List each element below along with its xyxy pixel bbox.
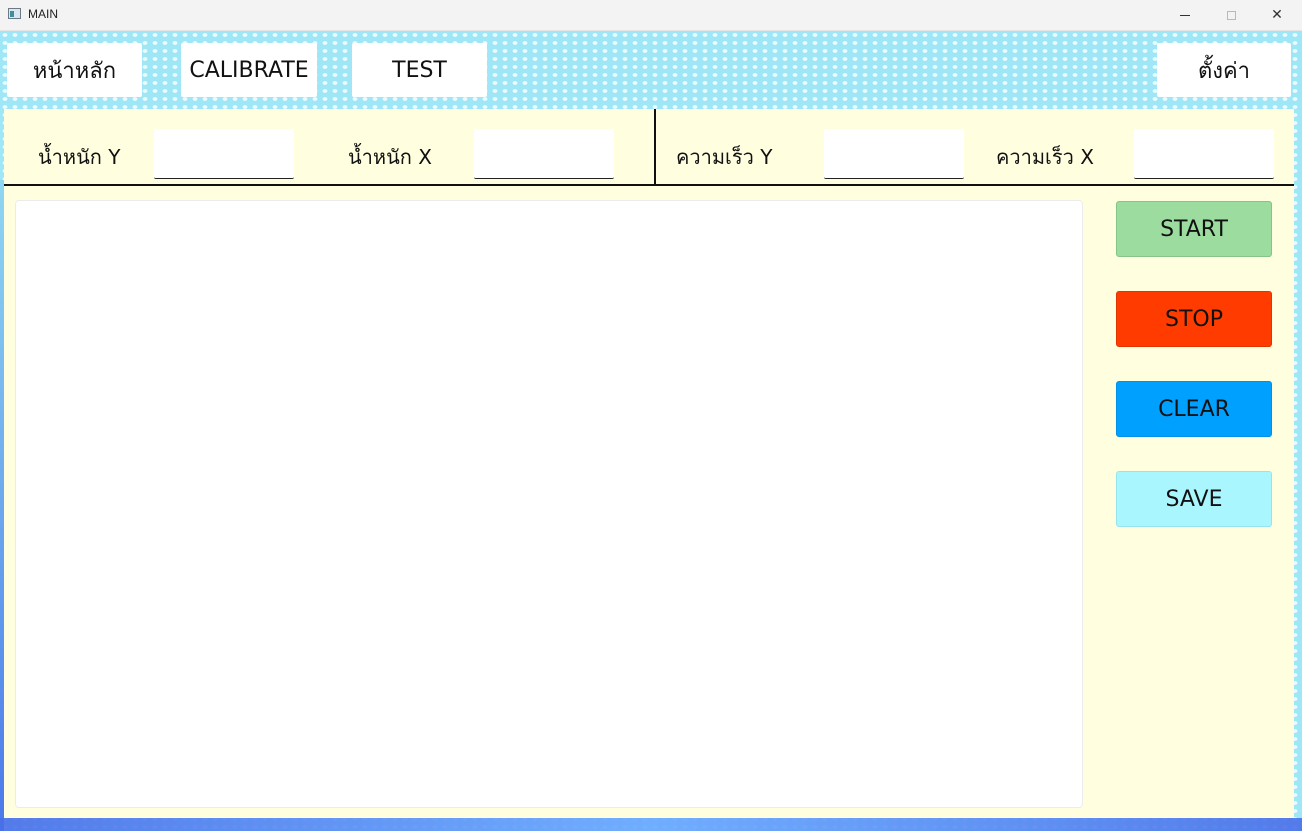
title-bar: MAIN ✕: [0, 0, 1302, 31]
speed-x-label: ความเร็ว X: [996, 145, 1094, 169]
params-separator: [654, 109, 656, 184]
save-button[interactable]: SAVE: [1116, 471, 1272, 527]
home-button[interactable]: หน้าหลัก: [7, 43, 142, 97]
minimize-icon[interactable]: [1162, 0, 1208, 30]
app-icon: [8, 8, 21, 19]
stop-button[interactable]: STOP: [1116, 291, 1272, 347]
weight-y-label: น้ำหนัก Y: [38, 145, 121, 169]
clear-button[interactable]: CLEAR: [1116, 381, 1272, 437]
weight-x-input[interactable]: [474, 129, 614, 179]
start-button[interactable]: START: [1116, 201, 1272, 257]
calibrate-button[interactable]: CALIBRATE: [181, 43, 317, 97]
window-title: MAIN: [28, 7, 58, 21]
maximize-icon[interactable]: [1208, 0, 1254, 30]
log-output[interactable]: [15, 200, 1083, 808]
background-footer: [0, 818, 1302, 831]
weight-x-label: น้ำหนัก X: [348, 145, 432, 169]
main-content: น้ำหนัก Y น้ำหนัก X ความเร็ว Y ความเร็ว …: [4, 109, 1294, 818]
settings-button[interactable]: ตั้งค่า: [1157, 43, 1291, 97]
speed-x-input[interactable]: [1134, 129, 1274, 179]
weight-y-input[interactable]: [154, 129, 294, 179]
speed-y-label: ความเร็ว Y: [676, 145, 773, 169]
close-icon[interactable]: ✕: [1254, 0, 1300, 30]
params-divider: [4, 184, 1294, 186]
speed-y-input[interactable]: [824, 129, 964, 179]
test-button[interactable]: TEST: [352, 43, 487, 97]
